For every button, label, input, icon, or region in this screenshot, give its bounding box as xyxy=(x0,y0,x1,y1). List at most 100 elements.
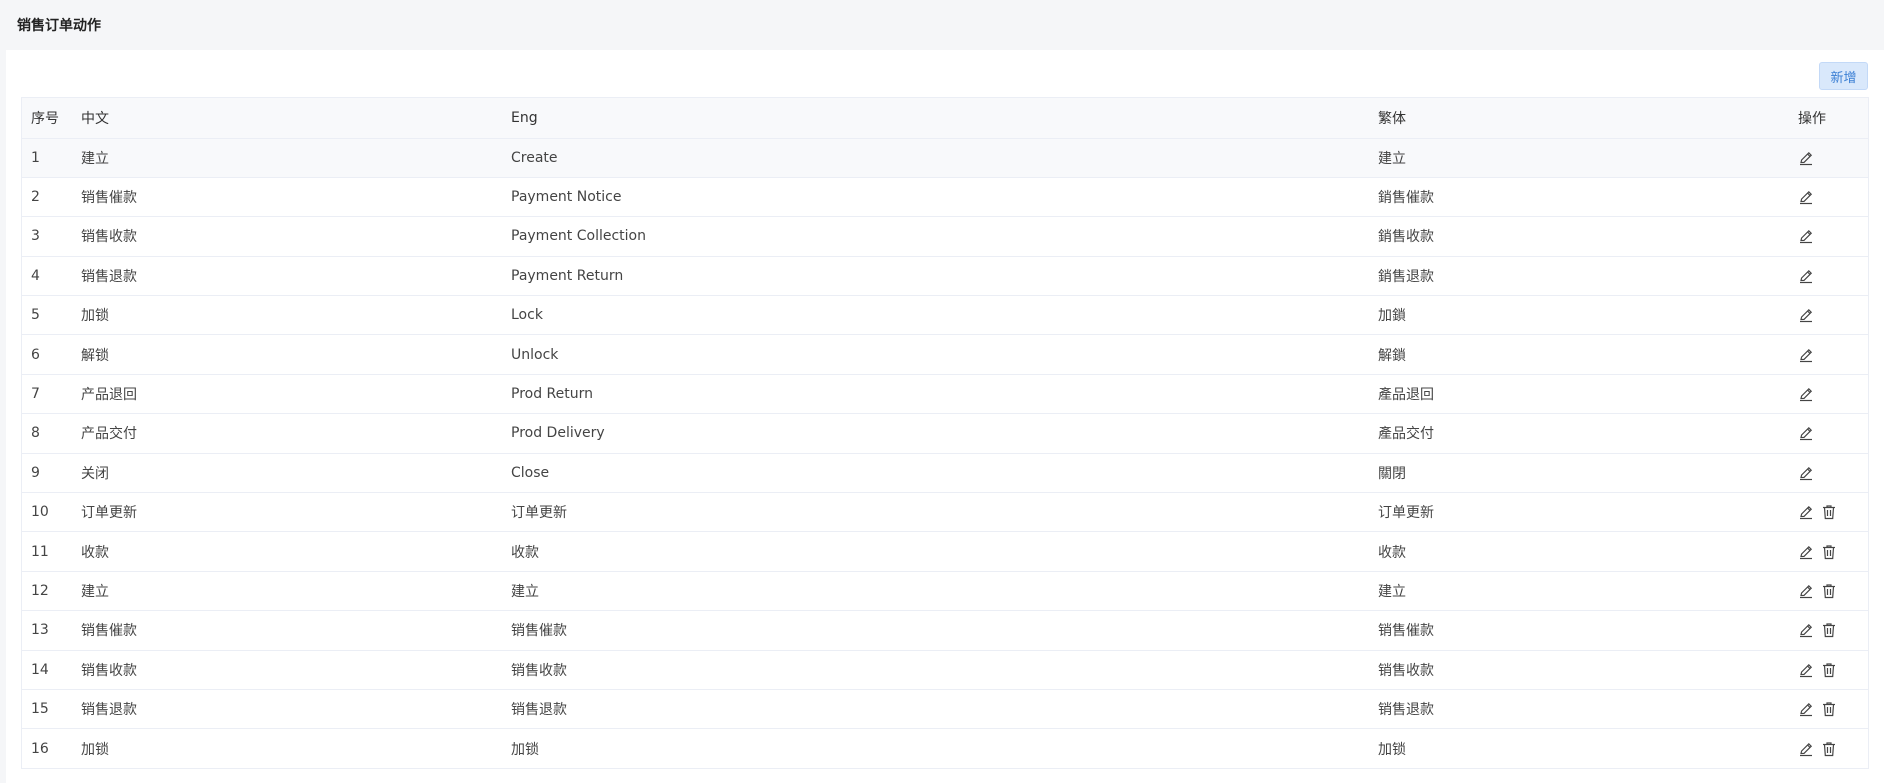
cell-no: 6 xyxy=(22,334,81,375)
cell-actions xyxy=(1798,216,1868,257)
trash-icon[interactable] xyxy=(1821,544,1837,560)
cell-no: 12 xyxy=(22,571,81,612)
toolbar: 新增 xyxy=(1819,62,1868,90)
cell-zh: 产品交付 xyxy=(81,413,511,454)
trash-icon[interactable] xyxy=(1821,622,1837,638)
edit-icon[interactable] xyxy=(1798,189,1814,205)
column-header-zh[interactable]: 中文 xyxy=(81,98,511,139)
cell-no: 10 xyxy=(22,492,81,533)
edit-icon[interactable] xyxy=(1798,622,1814,638)
edit-icon[interactable] xyxy=(1798,583,1814,599)
cell-en: 销售催款 xyxy=(511,610,1378,651)
cell-zh: 建立 xyxy=(81,138,511,178)
edit-icon[interactable] xyxy=(1798,307,1814,323)
table-row: 8 产品交付 Prod Delivery 產品交付 xyxy=(22,413,1868,454)
cell-tw: 產品退回 xyxy=(1378,374,1798,415)
cell-tw: 產品交付 xyxy=(1378,413,1798,454)
column-header-op: 操作 xyxy=(1798,98,1868,139)
add-button[interactable]: 新增 xyxy=(1819,62,1868,90)
cell-no: 16 xyxy=(31,740,49,757)
cell-no: 8 xyxy=(22,413,81,454)
cell-no: 9 xyxy=(22,453,81,494)
cell-tw: 銷售催款 xyxy=(1378,177,1798,218)
table-row: 13 销售催款 销售催款 销售催款 xyxy=(22,610,1868,651)
table-row: 10 订单更新 订单更新 订单更新 xyxy=(22,492,1868,533)
cell-actions xyxy=(1798,374,1868,415)
cell-no: 15 xyxy=(22,689,81,730)
trash-icon[interactable] xyxy=(1821,741,1837,757)
cell-no: 7 xyxy=(22,374,81,415)
table-row: 1 建立 Create 建立 xyxy=(22,138,1868,178)
edit-icon[interactable] xyxy=(1798,544,1814,560)
cell-no: 13 xyxy=(22,610,81,651)
edit-icon[interactable] xyxy=(1798,228,1814,244)
actions-table: 序号 中文 Eng 繁体 操作 1 建立 Create 建立 2 销售催款 Payment … xyxy=(21,97,1869,770)
edit-icon[interactable] xyxy=(1798,662,1814,678)
table-row: 3 销售收款 Payment Collection 銷售收款 xyxy=(22,216,1868,257)
edit-icon[interactable] xyxy=(1798,347,1814,363)
cell-zh: 销售收款 xyxy=(81,216,511,257)
cell-tw: 销售退款 xyxy=(1378,689,1798,730)
cell-no: 3 xyxy=(22,216,81,257)
cell-actions xyxy=(1798,531,1868,572)
edit-icon[interactable] xyxy=(1798,504,1814,520)
cell-tw: 订单更新 xyxy=(1378,492,1798,533)
column-header-tw[interactable]: 繁体 xyxy=(1378,98,1798,139)
cell-actions xyxy=(1798,256,1868,297)
edit-icon[interactable] xyxy=(1798,150,1814,166)
cell-zh: 加锁 xyxy=(81,741,109,758)
trash-icon[interactable] xyxy=(1821,504,1837,520)
cell-en: Lock xyxy=(511,295,1378,336)
page-header: 销售订单动作 xyxy=(0,0,1884,50)
trash-icon[interactable] xyxy=(1821,701,1837,717)
cell-zh: 关闭 xyxy=(81,453,511,494)
edit-icon[interactable] xyxy=(1798,741,1814,757)
table-row: 5 加锁 Lock 加鎖 xyxy=(22,295,1868,336)
cell-actions xyxy=(1798,650,1868,690)
cell-en: 收款 xyxy=(511,531,1378,572)
cell-tw: 加鎖 xyxy=(1378,295,1798,336)
edit-icon[interactable] xyxy=(1798,465,1814,481)
cell-tw: 收款 xyxy=(1378,531,1798,572)
cell-zh: 解锁 xyxy=(81,334,511,375)
column-header-no[interactable]: 序号 xyxy=(22,98,81,139)
cell-tw: 加锁 xyxy=(1378,741,1406,758)
trash-icon[interactable] xyxy=(1821,583,1837,599)
table-header-row: 序号 中文 Eng 繁体 操作 xyxy=(22,98,1868,139)
cell-tw: 建立 xyxy=(1378,138,1798,178)
cell-en: 销售收款 xyxy=(511,650,1378,690)
cell-en: Close xyxy=(511,453,1378,494)
cell-en: Payment Notice xyxy=(511,177,1378,218)
cell-tw: 建立 xyxy=(1378,571,1798,612)
cell-no: 11 xyxy=(22,531,81,572)
cell-actions xyxy=(1798,453,1868,494)
cell-tw: 销售收款 xyxy=(1378,650,1798,690)
table-row: 7 产品退回 Prod Return 產品退回 xyxy=(22,374,1868,415)
cell-zh: 销售退款 xyxy=(81,689,511,730)
table-row: 16 加锁 加锁 加锁 xyxy=(22,729,1868,768)
cell-no: 2 xyxy=(22,177,81,218)
cell-zh: 订单更新 xyxy=(81,492,511,533)
cell-en: Create xyxy=(511,138,1378,178)
cell-tw: 銷售退款 xyxy=(1378,256,1798,297)
table-row: 4 销售退款 Payment Return 銷售退款 xyxy=(22,256,1868,297)
cell-en: Payment Return xyxy=(511,256,1378,297)
cell-actions xyxy=(1798,729,1868,768)
cell-tw: 銷售收款 xyxy=(1378,216,1798,257)
table-row: 12 建立 建立 建立 xyxy=(22,571,1868,612)
cell-actions xyxy=(1798,138,1868,178)
cell-zh: 销售催款 xyxy=(81,610,511,651)
trash-icon[interactable] xyxy=(1821,662,1837,678)
table-row: 6 解锁 Unlock 解鎖 xyxy=(22,334,1868,375)
edit-icon[interactable] xyxy=(1798,386,1814,402)
edit-icon[interactable] xyxy=(1798,268,1814,284)
edit-icon[interactable] xyxy=(1798,701,1814,717)
table-row: 2 销售催款 Payment Notice 銷售催款 xyxy=(22,177,1868,218)
edit-icon[interactable] xyxy=(1798,425,1814,441)
cell-actions xyxy=(1798,492,1868,533)
cell-zh: 产品退回 xyxy=(81,374,511,415)
cell-en: 销售退款 xyxy=(511,689,1378,730)
table-row: 15 销售退款 销售退款 销售退款 xyxy=(22,689,1868,730)
column-header-en[interactable]: Eng xyxy=(511,98,1378,139)
cell-actions xyxy=(1798,413,1868,454)
